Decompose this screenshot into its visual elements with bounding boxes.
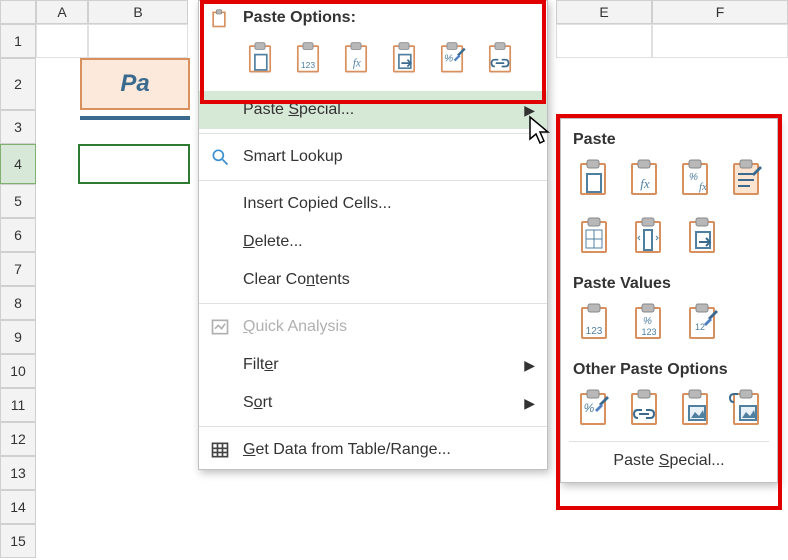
submenu-values-row <box>569 297 769 355</box>
paste-link-icon[interactable] <box>622 385 665 431</box>
paste-keep-source-icon[interactable] <box>724 155 767 201</box>
paste-formulas-icon[interactable] <box>622 155 665 201</box>
menu-smart-lookup[interactable]: Smart Lookup <box>199 138 547 176</box>
separator <box>199 426 547 427</box>
submenu-paste-row2 <box>569 211 769 269</box>
menu-delete[interactable]: Delete... <box>199 223 547 261</box>
paste-linked-picture-icon[interactable] <box>724 385 767 431</box>
paste-values-icon[interactable] <box>571 299 617 345</box>
cell-F1[interactable] <box>652 24 788 58</box>
menu-paste-special[interactable]: Paste Special... ▶ <box>199 91 547 129</box>
submenu-other-heading: Other Paste Options <box>569 355 769 383</box>
paste-transpose-icon[interactable] <box>679 213 725 259</box>
col-A[interactable]: A <box>36 0 88 24</box>
menu-get-data[interactable]: Get Data from Table/Range... <box>199 431 547 469</box>
col-B[interactable]: B <box>88 0 188 24</box>
paste-formulas-icon[interactable] <box>335 37 377 79</box>
paste-special-submenu: Paste Paste Values Other Paste Options P… <box>560 118 778 483</box>
row-1[interactable]: 1 <box>0 24 36 58</box>
separator <box>199 180 547 181</box>
row-7[interactable]: 7 <box>0 252 36 286</box>
title-cell[interactable]: Pa <box>80 58 190 110</box>
row-9[interactable]: 9 <box>0 320 36 354</box>
submenu-paste-row1 <box>569 153 769 211</box>
separator <box>199 133 547 134</box>
selected-cell-B4[interactable] <box>78 144 190 184</box>
paste-transpose-icon[interactable] <box>383 37 425 79</box>
paste-picture-icon[interactable] <box>673 385 716 431</box>
paste-link-icon[interactable] <box>479 37 521 79</box>
row-8[interactable]: 8 <box>0 286 36 320</box>
search-icon <box>209 146 231 168</box>
clipboard-icon <box>209 9 231 31</box>
paste-options-label: Paste Options: <box>243 9 356 26</box>
paste-all-icon[interactable] <box>571 155 614 201</box>
menu-clear-contents[interactable]: Clear Contents <box>199 261 547 299</box>
select-all-corner[interactable] <box>0 0 36 24</box>
col-E[interactable]: E <box>556 0 652 24</box>
insert-copied-label: Insert Copied Cells... <box>243 195 392 213</box>
paste-col-width-icon[interactable] <box>625 213 671 259</box>
cell-B1[interactable] <box>88 24 188 58</box>
quick-analysis-icon <box>209 316 231 338</box>
menu-sort[interactable]: Sort ▶ <box>199 384 547 422</box>
row-14[interactable]: 14 <box>0 490 36 524</box>
smart-lookup-label: Smart Lookup <box>243 148 343 166</box>
paste-formulas-numfmt-icon[interactable] <box>673 155 716 201</box>
paste-values-icon[interactable] <box>287 37 329 79</box>
separator <box>199 303 547 304</box>
row-4[interactable]: 4 <box>0 144 36 184</box>
submenu-values-heading: Paste Values <box>569 269 769 297</box>
row-13[interactable]: 13 <box>0 456 36 490</box>
paste-formatting-icon[interactable] <box>431 37 473 79</box>
paste-formatting-icon[interactable] <box>571 385 614 431</box>
submenu-other-row <box>569 383 769 441</box>
context-menu: Paste Options: Paste Special... ▶ Smart … <box>198 0 548 470</box>
submenu-paste-heading: Paste <box>569 125 769 153</box>
row-6[interactable]: 6 <box>0 218 36 252</box>
paste-options-header: Paste Options: <box>199 1 547 33</box>
row-2[interactable]: 2 <box>0 58 36 110</box>
paste-no-borders-icon[interactable] <box>571 213 617 259</box>
paste-values-numfmt-icon[interactable] <box>625 299 671 345</box>
paste-options-row <box>199 33 547 91</box>
menu-filter[interactable]: Filter ▶ <box>199 346 547 384</box>
submenu-paste-special-link[interactable]: Paste Special... <box>569 441 769 480</box>
row-15[interactable]: 15 <box>0 524 36 558</box>
cell-E1[interactable] <box>556 24 652 58</box>
cell-A1[interactable] <box>36 24 88 58</box>
paste-values-srcfmt-icon[interactable] <box>679 299 725 345</box>
title-underline <box>80 116 190 120</box>
row-10[interactable]: 10 <box>0 354 36 388</box>
mouse-cursor-icon <box>528 115 550 145</box>
row-3[interactable]: 3 <box>0 110 36 144</box>
menu-insert-copied[interactable]: Insert Copied Cells... <box>199 185 547 223</box>
col-F[interactable]: F <box>652 0 788 24</box>
submenu-arrow-icon: ▶ <box>524 357 535 374</box>
paste-all-icon[interactable] <box>239 37 281 79</box>
row-12[interactable]: 12 <box>0 422 36 456</box>
menu-quick-analysis: Quick Analysis <box>199 308 547 346</box>
row-5[interactable]: 5 <box>0 184 36 218</box>
row-11[interactable]: 11 <box>0 388 36 422</box>
table-icon <box>209 439 231 461</box>
submenu-arrow-icon: ▶ <box>524 395 535 412</box>
